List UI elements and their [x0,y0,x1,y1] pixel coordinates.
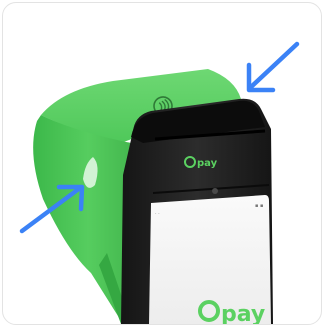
product-image-card: pay · · ▪ ▪ pay [2,2,322,325]
brand-logo-large-text: pay [221,302,265,324]
pos-terminal-illustration: pay · · ▪ ▪ pay [19,41,300,324]
brand-logo-small-text: pay [197,158,218,169]
arrow-icon [246,41,300,93]
svg-text:▪ ▪: ▪ ▪ [255,203,263,209]
svg-text:· ·: · · [155,211,160,217]
